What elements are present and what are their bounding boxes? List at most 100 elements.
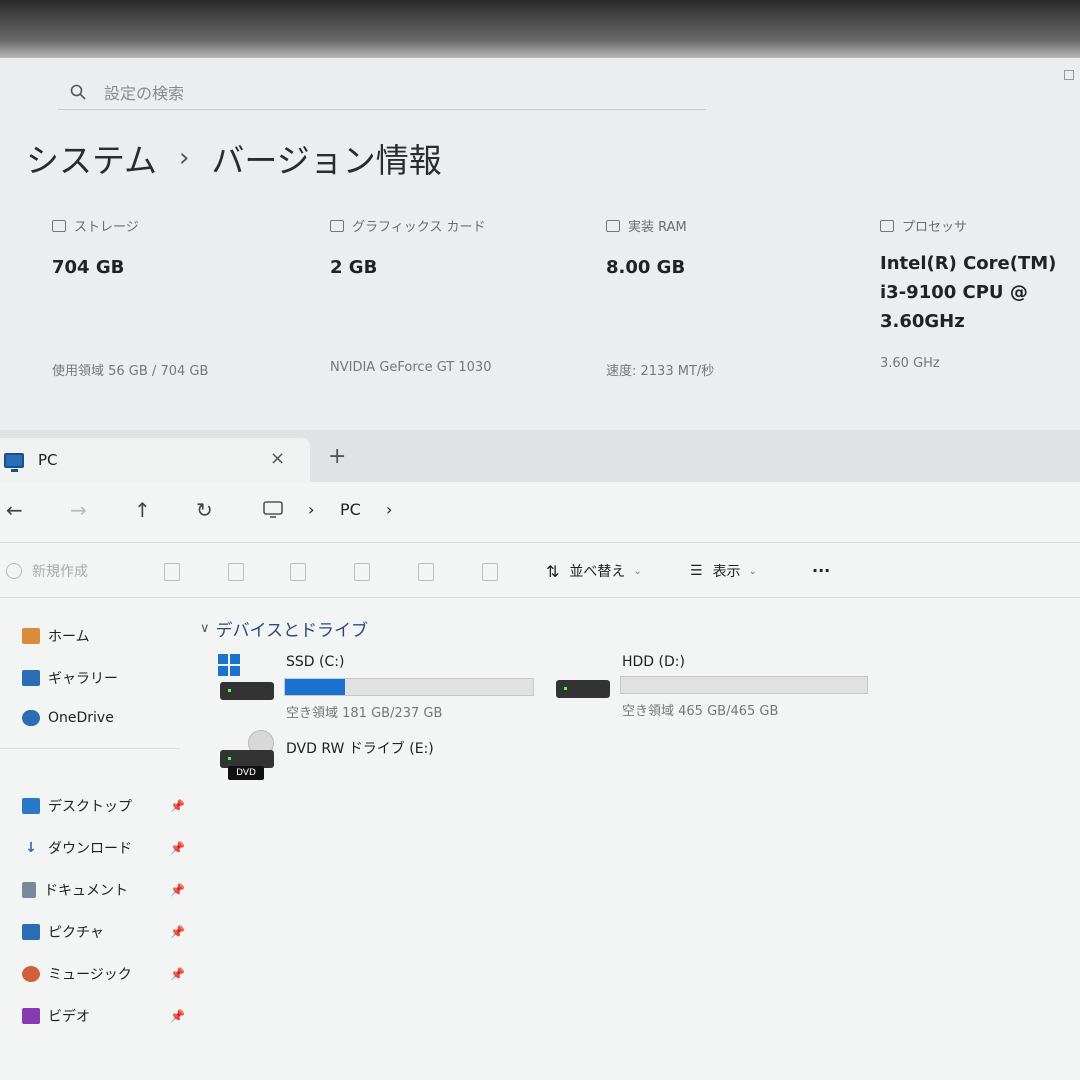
maximize-button[interactable] bbox=[1064, 70, 1074, 80]
view-button[interactable]: ☰ 表示 ⌄ bbox=[690, 561, 757, 581]
tab-pc[interactable]: PC × bbox=[0, 438, 310, 482]
sidebar-item-label: ミュージック bbox=[48, 967, 132, 983]
new-tab-button[interactable]: + bbox=[328, 444, 346, 469]
pin-icon[interactable]: 📌 bbox=[170, 925, 185, 939]
sort-icon: ⇅ bbox=[546, 561, 560, 581]
sidebar-item-music[interactable]: ミュージック 📌 bbox=[22, 964, 187, 984]
sidebar-item-desktop[interactable]: デスクトップ 📌 bbox=[22, 796, 187, 816]
hard-drive-icon bbox=[220, 682, 274, 700]
pin-icon[interactable]: 📌 bbox=[170, 883, 185, 897]
spec-value: 2 GB bbox=[330, 257, 378, 278]
sidebar-item-onedrive[interactable]: OneDrive bbox=[22, 710, 187, 726]
plus-circle-icon bbox=[6, 563, 22, 579]
spec-sub: 使用領域 56 GB / 704 GB bbox=[52, 364, 209, 379]
content-area: ∨ デバイスとドライブ SSD (C:) 空き領域 181 GB/237 GB … bbox=[196, 610, 1080, 1080]
spec-label: ストレージ bbox=[74, 220, 139, 235]
pin-icon[interactable]: 📌 bbox=[170, 799, 185, 813]
cut-icon[interactable] bbox=[164, 563, 180, 581]
storage-icon bbox=[52, 219, 66, 232]
search-icon bbox=[70, 84, 86, 100]
rename-icon[interactable] bbox=[354, 563, 370, 581]
drive-free-space: 空き領域 465 GB/465 GB bbox=[622, 704, 779, 719]
spec-processor: プロセッサ Intel(R) Core(TM) i3-9100 CPU @ 3.… bbox=[880, 216, 1060, 371]
pin-icon[interactable]: 📌 bbox=[170, 841, 185, 855]
sidebar-item-label: デスクトップ bbox=[48, 799, 132, 815]
sidebar-divider bbox=[0, 748, 180, 749]
address-expand[interactable]: › bbox=[386, 500, 392, 519]
search-placeholder: 設定の検索 bbox=[104, 83, 185, 103]
pin-icon[interactable]: 📌 bbox=[170, 967, 185, 981]
new-button[interactable]: 新規作成 bbox=[6, 561, 88, 581]
spec-label: 実装 RAM bbox=[628, 220, 687, 235]
hard-drive-icon bbox=[556, 680, 610, 698]
back-button[interactable]: ← bbox=[6, 498, 23, 522]
gallery-icon bbox=[22, 670, 40, 686]
dvd-badge: DVD bbox=[228, 766, 264, 780]
spec-sub: NVIDIA GeForce GT 1030 bbox=[330, 360, 492, 375]
settings-window: 設定の検索 システム › バージョン情報 ストレージ 704 GB 使用領域 5… bbox=[0, 58, 1080, 430]
sidebar-item-label: ビデオ bbox=[48, 1009, 90, 1025]
settings-breadcrumb: システム › バージョン情報 bbox=[26, 134, 442, 182]
spec-storage: ストレージ 704 GB 使用領域 56 GB / 704 GB bbox=[52, 216, 312, 379]
spec-ram: 実装 RAM 8.00 GB 速度: 2133 MT/秒 bbox=[606, 216, 866, 379]
sidebar-item-downloads[interactable]: ↓ ダウンロード 📌 bbox=[22, 838, 187, 858]
spec-sub: 3.60 GHz bbox=[880, 356, 940, 371]
download-icon: ↓ bbox=[25, 840, 37, 856]
drive-usage-bar bbox=[284, 678, 534, 696]
sidebar-item-videos[interactable]: ビデオ 📌 bbox=[22, 1006, 187, 1026]
drive-usage-bar bbox=[620, 676, 868, 694]
windows-logo-icon bbox=[218, 654, 240, 676]
copy-icon[interactable] bbox=[228, 563, 244, 581]
sidebar-item-pictures[interactable]: ピクチャ 📌 bbox=[22, 922, 187, 942]
chevron-down-icon: ⌄ bbox=[748, 565, 757, 577]
new-label: 新規作成 bbox=[32, 564, 88, 580]
music-icon bbox=[22, 966, 40, 982]
address-separator[interactable]: › bbox=[308, 500, 314, 519]
paste-icon[interactable] bbox=[290, 563, 306, 581]
command-bar: 新規作成 ⇅ 並べ替え ⌄ ☰ 表示 ⌄ ··· bbox=[0, 542, 1080, 598]
videos-icon bbox=[22, 1008, 40, 1024]
sidebar-item-home[interactable]: ホーム bbox=[22, 626, 187, 646]
drive-name: DVD RW ドライブ (E:) bbox=[286, 741, 434, 757]
up-button[interactable]: ↑ bbox=[134, 498, 151, 522]
delete-icon[interactable] bbox=[482, 563, 498, 581]
spec-graphics: グラフィックス カード 2 GB NVIDIA GeForce GT 1030 bbox=[330, 216, 590, 375]
group-header-label: デバイスとドライブ bbox=[215, 621, 369, 641]
sort-label: 並べ替え bbox=[569, 564, 626, 580]
spec-value: 8.00 GB bbox=[606, 257, 686, 278]
view-label: 表示 bbox=[712, 564, 741, 580]
drive-usage-fill bbox=[285, 679, 345, 695]
spec-sub: 速度: 2133 MT/秒 bbox=[606, 364, 715, 379]
chevron-down-icon: ⌄ bbox=[633, 565, 642, 577]
settings-search-box[interactable]: 設定の検索 bbox=[58, 74, 706, 110]
screen-bezel bbox=[0, 0, 1080, 58]
sidebar-item-label: ピクチャ bbox=[48, 925, 104, 941]
breadcrumb-separator: › bbox=[179, 143, 190, 173]
processor-icon bbox=[880, 219, 894, 232]
home-icon bbox=[22, 628, 40, 644]
sidebar-item-gallery[interactable]: ギャラリー bbox=[22, 668, 187, 688]
close-tab-button[interactable]: × bbox=[270, 448, 285, 469]
sidebar-item-documents[interactable]: ドキュメント 📌 bbox=[22, 880, 187, 900]
page-title: バージョン情報 bbox=[211, 141, 442, 180]
forward-button[interactable]: → bbox=[70, 498, 87, 522]
onedrive-icon bbox=[22, 710, 40, 726]
breadcrumb-parent[interactable]: システム bbox=[26, 134, 157, 182]
share-icon[interactable] bbox=[418, 563, 434, 581]
address-crumb-pc[interactable]: PC bbox=[340, 500, 361, 519]
sidebar-item-label: ホーム bbox=[48, 629, 90, 645]
pin-icon[interactable]: 📌 bbox=[170, 1009, 185, 1023]
spec-value: Intel(R) Core(TM) i3-9100 CPU @ 3.60GHz bbox=[880, 253, 1057, 332]
sidebar-item-label: ダウンロード bbox=[48, 841, 132, 857]
sidebar-item-label: OneDrive bbox=[48, 710, 114, 726]
refresh-button[interactable]: ↻ bbox=[196, 498, 213, 522]
drive-name: SSD (C:) bbox=[286, 654, 345, 670]
more-button[interactable]: ··· bbox=[812, 561, 830, 580]
sidebar-item-label: ドキュメント bbox=[44, 883, 128, 899]
tab-strip: PC × + bbox=[0, 430, 1080, 482]
group-header-devices[interactable]: ∨ デバイスとドライブ bbox=[200, 616, 368, 641]
sort-button[interactable]: ⇅ 並べ替え ⌄ bbox=[546, 561, 642, 581]
graphics-card-icon bbox=[330, 219, 344, 232]
address-pc-icon bbox=[262, 500, 284, 525]
documents-icon bbox=[22, 882, 36, 898]
